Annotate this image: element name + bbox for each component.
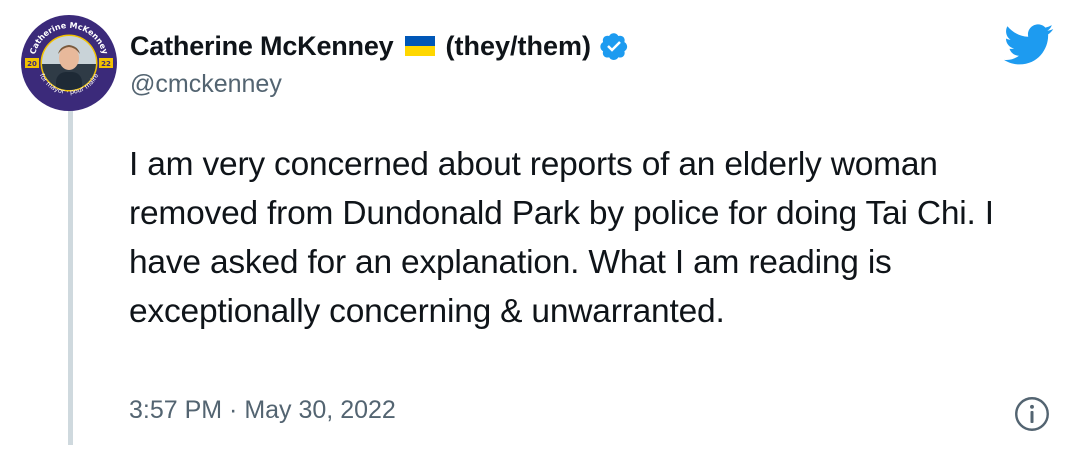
display-name[interactable]: Catherine McKenney	[130, 31, 394, 62]
pronouns[interactable]: (they/them)	[445, 31, 591, 62]
ukraine-flag-icon	[405, 36, 436, 56]
name-row: Catherine McKenney (they/them)	[130, 26, 629, 66]
tweet-timestamp[interactable]: 3:57 PM · May 30, 2022	[129, 396, 396, 425]
tweet-header: Catherine McKenney (they/them) @cmckenne…	[130, 26, 629, 99]
avatar-year-left: 20	[27, 60, 37, 68]
info-icon[interactable]	[1014, 396, 1050, 432]
avatar[interactable]: Catherine McKenney for mayor · pour mair…	[20, 14, 118, 112]
tweet-text: I am very concerned about reports of an …	[129, 146, 994, 330]
handle[interactable]: @cmckenney	[130, 70, 629, 99]
avatar-year-right: 22	[101, 60, 111, 68]
twitter-bird-icon[interactable]	[1004, 24, 1054, 66]
verified-badge-icon	[600, 33, 628, 60]
thread-line	[68, 110, 73, 445]
